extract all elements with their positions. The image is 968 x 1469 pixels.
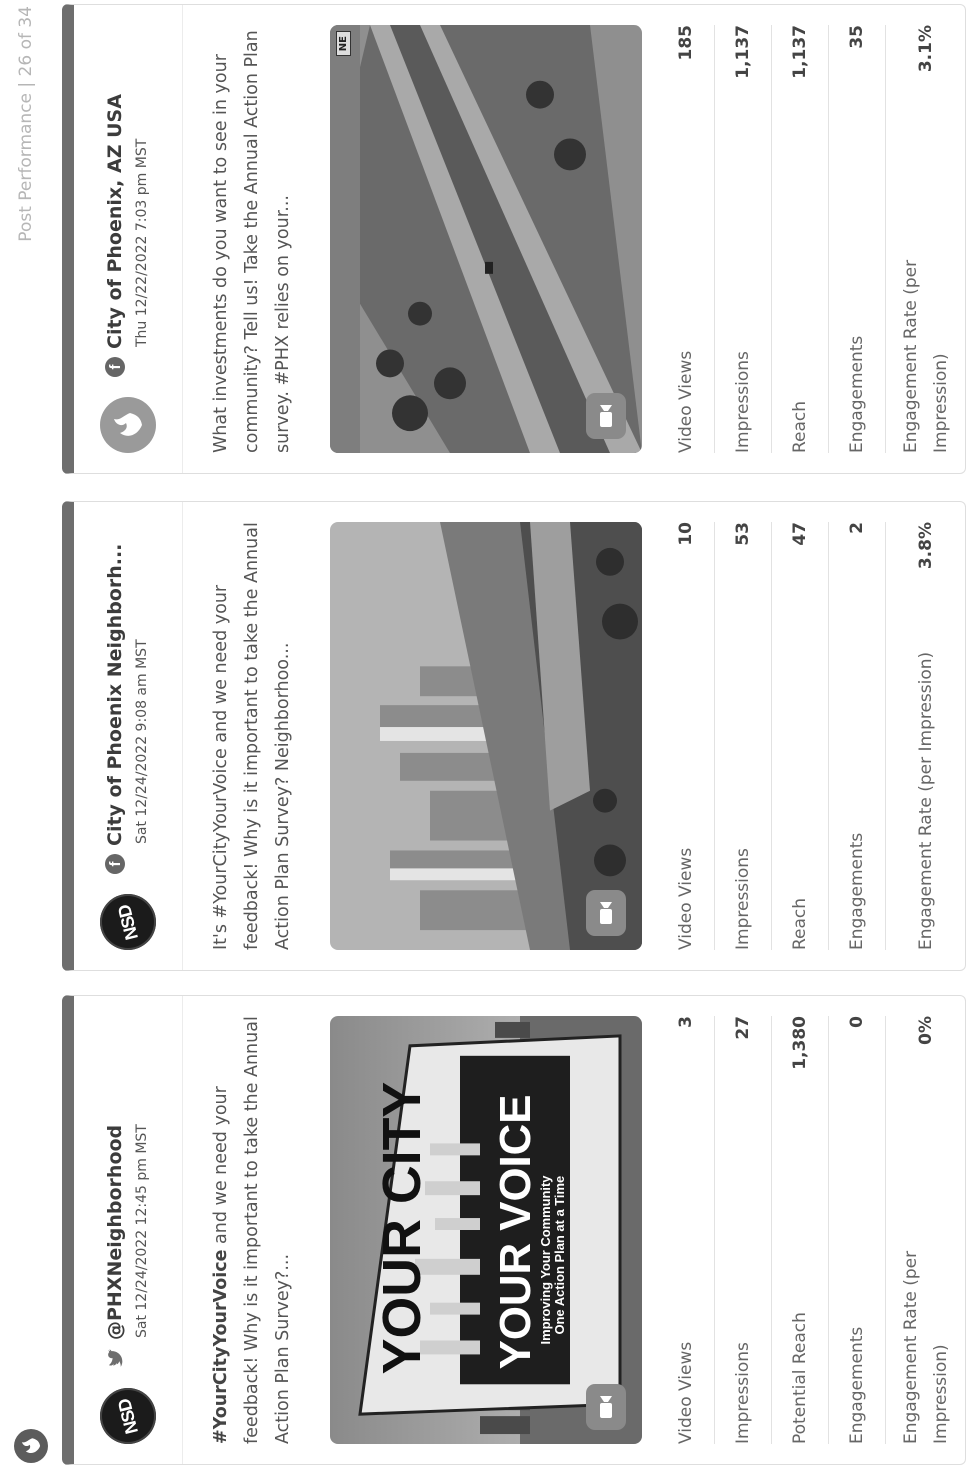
metric-row: Engagements 0 bbox=[829, 1016, 886, 1444]
metrics-list: Video Views 10 Impressions 53 Reach 47 Enga… bbox=[658, 522, 966, 950]
post-date: Sat 12/24/2022 9:08 am MST bbox=[134, 639, 150, 844]
metric-value: 47 bbox=[790, 522, 810, 546]
metric-value: 2 bbox=[847, 522, 867, 534]
metric-row: Video Views 3 bbox=[658, 1016, 715, 1444]
metrics-list: Video Views 3 Impressions 27 Potential Rea… bbox=[658, 1016, 966, 1444]
post-date: Sat 12/24/2022 12:45 pm MST bbox=[134, 1124, 150, 1338]
media-tag: NE bbox=[336, 31, 351, 57]
metric-value: 3 bbox=[676, 1016, 696, 1028]
metric-value: 27 bbox=[733, 1016, 753, 1040]
metric-label: Reach bbox=[790, 400, 810, 453]
report-page: Post Performance | 26 of 34 NSD @PHXNeig… bbox=[0, 0, 968, 1469]
metric-label: Impressions bbox=[733, 848, 753, 950]
metric-label: Impressions bbox=[733, 351, 753, 453]
metric-value: 185 bbox=[676, 25, 696, 61]
metric-label: Potential Reach bbox=[790, 1312, 810, 1444]
metric-row: Engagement Rate (per Impression) 3.1% bbox=[886, 25, 966, 453]
graphic-sub-2: One Action Plan at a Time bbox=[552, 1176, 567, 1335]
facebook-icon: f bbox=[105, 357, 125, 377]
graphic-sub-1: Improving Your Community bbox=[538, 1175, 553, 1345]
metric-value: 10 bbox=[676, 522, 696, 546]
post-card[interactable]: NSD @PHXNeighborhood Sat 12/24/2022 12:4… bbox=[62, 995, 966, 1465]
phoenix-logo-icon bbox=[14, 1429, 48, 1463]
account-name[interactable]: @PHXNeighborhood bbox=[104, 1125, 126, 1340]
metric-value: 3.1% bbox=[916, 25, 936, 73]
video-camera-icon bbox=[586, 393, 626, 439]
metric-row: Engagement Rate (per Impression) 3.8% bbox=[886, 522, 966, 950]
video-thumbnail bbox=[330, 522, 642, 950]
metric-row: Engagements 2 bbox=[829, 522, 886, 950]
avatar[interactable]: NSD bbox=[100, 1388, 156, 1444]
post-header: f City of Phoenix, AZ USA Thu 12/22/2022… bbox=[74, 5, 183, 473]
avatar-text: NSD bbox=[113, 1396, 142, 1436]
metric-value: 0 bbox=[847, 1016, 867, 1028]
video-camera-icon bbox=[586, 1384, 626, 1430]
metric-row: Impressions 27 bbox=[715, 1016, 772, 1444]
metric-label: Reach bbox=[790, 897, 810, 950]
twitter-icon bbox=[105, 1348, 125, 1368]
metric-label: Engagement Rate (per Impression) bbox=[916, 651, 936, 950]
metric-row: Reach 1,137 bbox=[772, 25, 829, 453]
post-card[interactable]: NSD f City of Phoenix Neighborh... Sat 1… bbox=[62, 501, 966, 971]
video-thumbnail: YOUR CITY YOUR VOICE Improving Your Comm… bbox=[330, 1016, 642, 1444]
metric-row: Engagements 35 bbox=[829, 25, 886, 453]
metric-row: Reach 47 bbox=[772, 522, 829, 950]
metric-label: Video Views bbox=[676, 1341, 696, 1444]
metric-label: Engagements bbox=[847, 335, 867, 453]
metric-row: Potential Reach 1,380 bbox=[772, 1016, 829, 1444]
post-card[interactable]: f City of Phoenix, AZ USA Thu 12/22/2022… bbox=[62, 4, 966, 474]
page-indicator: Post Performance | 26 of 34 bbox=[16, 6, 36, 242]
metric-label: Engagement Rate (per Impression) bbox=[901, 1250, 951, 1444]
metric-label: Engagement Rate (per Impression) bbox=[901, 259, 951, 453]
metric-row: Impressions 53 bbox=[715, 522, 772, 950]
metric-row: Video Views 10 bbox=[658, 522, 715, 950]
post-date: Thu 12/22/2022 7:03 pm MST bbox=[134, 138, 150, 347]
avatar-text: NSD bbox=[113, 902, 142, 942]
phoenix-bird-icon bbox=[114, 413, 142, 436]
video-thumbnail bbox=[330, 25, 642, 453]
metric-row: Video Views 185 bbox=[658, 25, 715, 453]
metric-value: 1,137 bbox=[733, 25, 753, 79]
metric-row: Engagement Rate (per Impression) 0% bbox=[886, 1016, 966, 1444]
post-header: NSD f City of Phoenix Neighborh... Sat 1… bbox=[74, 502, 183, 970]
metric-label: Impressions bbox=[733, 1342, 753, 1444]
video-camera-icon bbox=[586, 890, 626, 936]
avatar[interactable]: NSD bbox=[100, 894, 156, 950]
metric-label: Video Views bbox=[676, 350, 696, 453]
metrics-list: Video Views 185 Impressions 1,137 Reach 1,1… bbox=[658, 25, 966, 453]
account-name[interactable]: City of Phoenix, AZ USA bbox=[104, 94, 126, 349]
metric-value: 1,137 bbox=[790, 25, 810, 79]
post-header: NSD @PHXNeighborhood Sat 12/24/2022 12:4… bbox=[74, 996, 183, 1464]
graphic-title-top: YOUR CITY bbox=[372, 1082, 432, 1375]
metric-value: 0% bbox=[916, 1016, 936, 1045]
hashtag[interactable]: #YourCityYourVoice bbox=[211, 1250, 231, 1444]
metric-label: Video Views bbox=[676, 847, 696, 950]
metric-value: 3.8% bbox=[916, 522, 936, 570]
post-text: It's #YourCityYourVoice and we need your… bbox=[211, 522, 293, 950]
account-name[interactable]: City of Phoenix Neighborh... bbox=[104, 544, 126, 846]
metric-value: 53 bbox=[733, 522, 753, 546]
graphic-title-bottom: YOUR VOICE bbox=[491, 1095, 540, 1370]
post-video[interactable] bbox=[330, 522, 642, 950]
facebook-icon: f bbox=[105, 854, 125, 874]
post-text: #YourCityYourVoice and we need your feed… bbox=[206, 1010, 299, 1444]
post-text: What investments do you want to see in y… bbox=[211, 30, 293, 453]
metric-row: Impressions 1,137 bbox=[715, 25, 772, 453]
avatar[interactable] bbox=[100, 397, 156, 453]
metric-label: Engagements bbox=[847, 832, 867, 950]
post-video[interactable]: YOUR CITY YOUR VOICE Improving Your Comm… bbox=[330, 1016, 642, 1444]
post-video[interactable]: NE bbox=[330, 25, 642, 453]
metric-label: Engagements bbox=[847, 1326, 867, 1444]
metric-value: 1,380 bbox=[790, 1016, 810, 1070]
metric-value: 35 bbox=[847, 25, 867, 49]
